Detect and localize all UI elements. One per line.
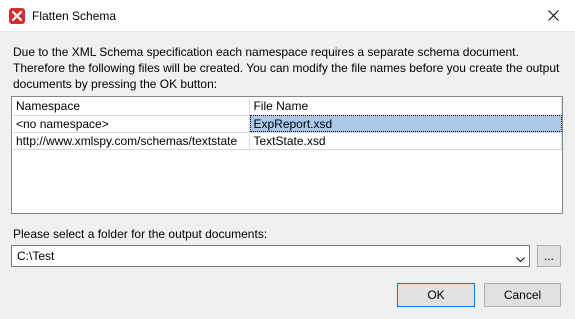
table-row[interactable]: <no namespace> ExpReport.xsd xyxy=(13,115,562,133)
close-button[interactable] xyxy=(531,0,575,31)
namespace-cell[interactable]: http://www.xmlspy.com/schemas/textstate xyxy=(13,132,251,150)
grid-header-row: Namespace File Name xyxy=(13,98,562,116)
folder-label: Please select a folder for the output do… xyxy=(13,227,268,241)
title-bar: Flatten Schema xyxy=(0,0,575,32)
description-line-3: documents by pressing the OK button: xyxy=(13,77,218,91)
description-text: Due to the XML Schema specification each… xyxy=(13,44,563,92)
ok-button[interactable]: OK xyxy=(397,283,475,307)
files-grid[interactable]: Namespace File Name <no namespace> ExpRe… xyxy=(11,96,563,214)
table-row[interactable]: http://www.xmlspy.com/schemas/textstate … xyxy=(13,132,562,150)
namespace-cell[interactable]: <no namespace> xyxy=(13,115,251,133)
cancel-button[interactable]: Cancel xyxy=(484,283,561,307)
description-line-2: Therefore the following files will be cr… xyxy=(13,61,560,75)
chevron-down-icon[interactable] xyxy=(516,252,525,266)
column-header-namespace[interactable]: Namespace xyxy=(13,98,251,116)
output-folder-value[interactable]: C:\Test xyxy=(17,249,54,263)
window-title: Flatten Schema xyxy=(32,9,117,23)
description-line-1: Due to the XML Schema specification each… xyxy=(13,45,519,59)
app-icon xyxy=(9,8,25,24)
file-name-cell[interactable]: ExpReport.xsd xyxy=(249,115,562,133)
column-header-file-name[interactable]: File Name xyxy=(249,98,562,116)
output-folder-combobox[interactable]: C:\Test xyxy=(11,245,530,267)
file-name-cell[interactable]: TextState.xsd xyxy=(249,132,562,150)
browse-button[interactable]: ... xyxy=(537,245,561,267)
close-icon xyxy=(547,10,559,21)
